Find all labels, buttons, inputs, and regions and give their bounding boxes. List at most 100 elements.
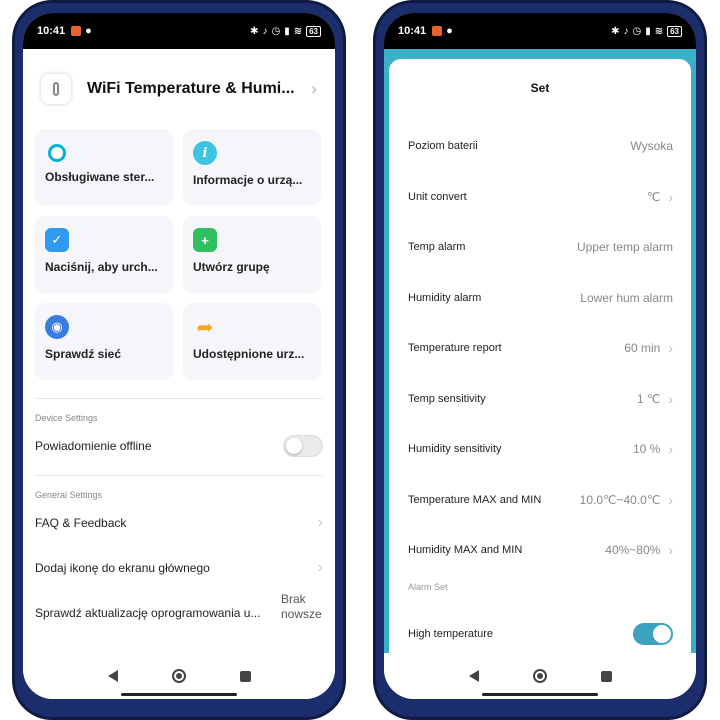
signal-icon: ▮ <box>284 25 290 37</box>
chevron-right-icon: › <box>668 491 673 508</box>
tile-shared-devices[interactable]: ➦ Udostępnione urz... <box>183 303 321 380</box>
sheet-title: Set <box>530 81 550 95</box>
setting-row[interactable]: Temperature MAX and MIN 10.0℃~40.0℃ › <box>389 475 691 526</box>
chevron-right-icon: › <box>668 441 673 458</box>
setting-value: Wysoka <box>630 139 673 154</box>
faq-label: FAQ & Feedback <box>35 516 127 530</box>
back-icon[interactable] <box>468 670 479 682</box>
set-screen: 10:41 ● ✱ ♪ ◷ ▮ ≋ 63 Set Poziom baterii W… <box>384 13 696 699</box>
battery-icon: 63 <box>667 25 682 37</box>
setting-row[interactable]: Humidity sensitivity 10 % › <box>389 424 691 475</box>
tile-label: Obsługiwane ster... <box>45 170 155 184</box>
signal-icon: ▮ <box>645 25 651 37</box>
firmware-status: Brak nowsze <box>281 592 322 621</box>
high-temperature-toggle[interactable] <box>633 622 673 645</box>
setting-value: Lower hum alarm <box>580 290 673 305</box>
setting-label: Humidity alarm <box>408 291 482 304</box>
tile-label: Utwórz grupę <box>193 260 270 274</box>
device-header[interactable]: WiFi Temperature & Humi... › <box>23 49 335 129</box>
device-settings-screen: 10:41 ● ✱ ♪ ◷ ▮ ≋ 63 WiFi Temperature & … <box>23 13 335 699</box>
chevron-right-icon: › <box>668 390 673 407</box>
setting-label: Humidity sensitivity <box>408 443 502 456</box>
setting-row[interactable]: Poziom baterii Wysoka <box>389 121 691 172</box>
chevron-right-icon: › <box>668 340 673 357</box>
status-time: 10:41 <box>37 25 66 37</box>
home-icon[interactable] <box>171 669 186 683</box>
tile-label: Informacje o urzą... <box>193 173 303 187</box>
phone-left: 10:41 ● ✱ ♪ ◷ ▮ ≋ 63 WiFi Temperature & … <box>12 0 346 720</box>
info-icon: i <box>193 141 217 165</box>
tile-supported-controls[interactable]: Obsługiwane ster... <box>35 129 173 206</box>
high-temperature-row: High temperature <box>389 609 691 660</box>
setting-label: Temp alarm <box>408 241 466 254</box>
alarm-icon: ◷ <box>271 25 281 37</box>
setting-label: Poziom baterii <box>408 140 478 153</box>
tile-label: Sprawdź sieć <box>45 347 122 361</box>
status-bar: 10:41 ● ✱ ♪ ◷ ▮ ≋ 63 <box>384 13 696 49</box>
setting-row[interactable]: Humidity MAX and MIN 40%~80% › <box>389 525 691 576</box>
chevron-right-icon: › <box>311 78 317 99</box>
back-icon[interactable] <box>107 670 118 682</box>
add-icon-label: Dodaj ikonę do ekranu głównego <box>35 561 210 575</box>
high-temperature-label: High temperature <box>408 627 493 640</box>
recents-icon[interactable] <box>600 670 612 682</box>
setting-row[interactable]: Humidity alarm Lower hum alarm <box>389 273 691 324</box>
device-settings-header: Device Settings <box>35 413 98 423</box>
panel-background: Set Poziom baterii Wysoka Unit convert ℃ › Te… <box>384 49 696 653</box>
network-icon: ◉ <box>45 315 69 339</box>
home-indicator <box>482 693 598 696</box>
chevron-right-icon: › <box>668 542 673 559</box>
settings-sheet: Set Poziom baterii Wysoka Unit convert ℃ › Te… <box>389 59 691 653</box>
setting-value: 40%~80% <box>605 543 661 558</box>
mute-icon: ♪ <box>262 25 268 37</box>
general-settings-header: General Settings <box>35 490 103 500</box>
tile-check-network[interactable]: ◉ Sprawdź sieć <box>35 303 173 380</box>
firmware-label: Sprawdź aktualizację oprogramowania u... <box>35 606 261 620</box>
shield-check-icon: ✓ <box>45 228 69 252</box>
battery-icon: 63 <box>306 25 321 37</box>
tile-device-info[interactable]: i Informacje o urzą... <box>183 129 321 206</box>
setting-row[interactable]: Unit convert ℃ › <box>389 172 691 223</box>
setting-label: Temperature report <box>408 342 502 355</box>
offline-notification-toggle[interactable] <box>283 435 323 457</box>
chevron-right-icon: › <box>668 188 673 205</box>
setting-value: Upper temp alarm <box>576 240 673 255</box>
recents-icon[interactable] <box>239 670 251 682</box>
chevron-right-icon: › <box>317 559 323 576</box>
home-indicator <box>121 693 237 696</box>
add-home-icon-row[interactable]: Dodaj ikonę do ekranu głównego › <box>23 546 335 590</box>
add-group-icon: + <box>193 228 217 252</box>
phone-right: 10:41 ● ✱ ♪ ◷ ▮ ≋ 63 Set Poziom baterii W… <box>373 0 707 720</box>
wifi-icon: ≋ <box>654 25 664 37</box>
feature-tiles: Obsługiwane ster... i Informacje o urzą.… <box>23 129 335 380</box>
app-notification-icon <box>71 26 82 36</box>
share-icon: ➦ <box>196 316 214 339</box>
offline-notification-row: Powiadomienie offline <box>23 423 335 469</box>
faq-feedback-row[interactable]: FAQ & Feedback › <box>23 500 335 546</box>
tile-label: Udostępnione urz... <box>193 347 305 361</box>
setting-value: 10.0℃~40.0℃ <box>579 492 661 507</box>
setting-value: 1 ℃ <box>636 391 661 406</box>
offline-notification-label: Powiadomienie offline <box>35 439 152 453</box>
settings-list: Poziom baterii Wysoka Unit convert ℃ › Temp a… <box>389 121 691 576</box>
mute-icon: ♪ <box>623 25 629 37</box>
home-icon[interactable] <box>532 669 547 683</box>
tile-press-to-trigger[interactable]: ✓ Naciśnij, aby urch... <box>35 216 173 293</box>
app-notification-icon <box>432 26 443 36</box>
setting-row[interactable]: Temp alarm Upper temp alarm <box>389 222 691 273</box>
setting-label: Unit convert <box>408 190 467 203</box>
setting-row[interactable]: Temp sensitivity 1 ℃ › <box>389 374 691 425</box>
setting-label: Temp sensitivity <box>408 392 486 405</box>
firmware-update-row[interactable]: Sprawdź aktualizację oprogramowania u...… <box>23 590 335 636</box>
messenger-icon: ● <box>85 25 92 37</box>
alarm-icon: ◷ <box>632 25 642 37</box>
thermometer-icon <box>41 74 71 104</box>
tile-create-group[interactable]: + Utwórz grupę <box>183 216 321 293</box>
bluetooth-icon: ✱ <box>611 25 620 37</box>
status-time: 10:41 <box>398 25 427 37</box>
alexa-icon <box>48 144 66 162</box>
device-page: WiFi Temperature & Humi... › Obsługiwane… <box>23 49 335 653</box>
setting-row[interactable]: Temperature report 60 min › <box>389 323 691 374</box>
wifi-icon: ≋ <box>293 25 303 37</box>
setting-label: Temperature MAX and MIN <box>408 493 542 506</box>
